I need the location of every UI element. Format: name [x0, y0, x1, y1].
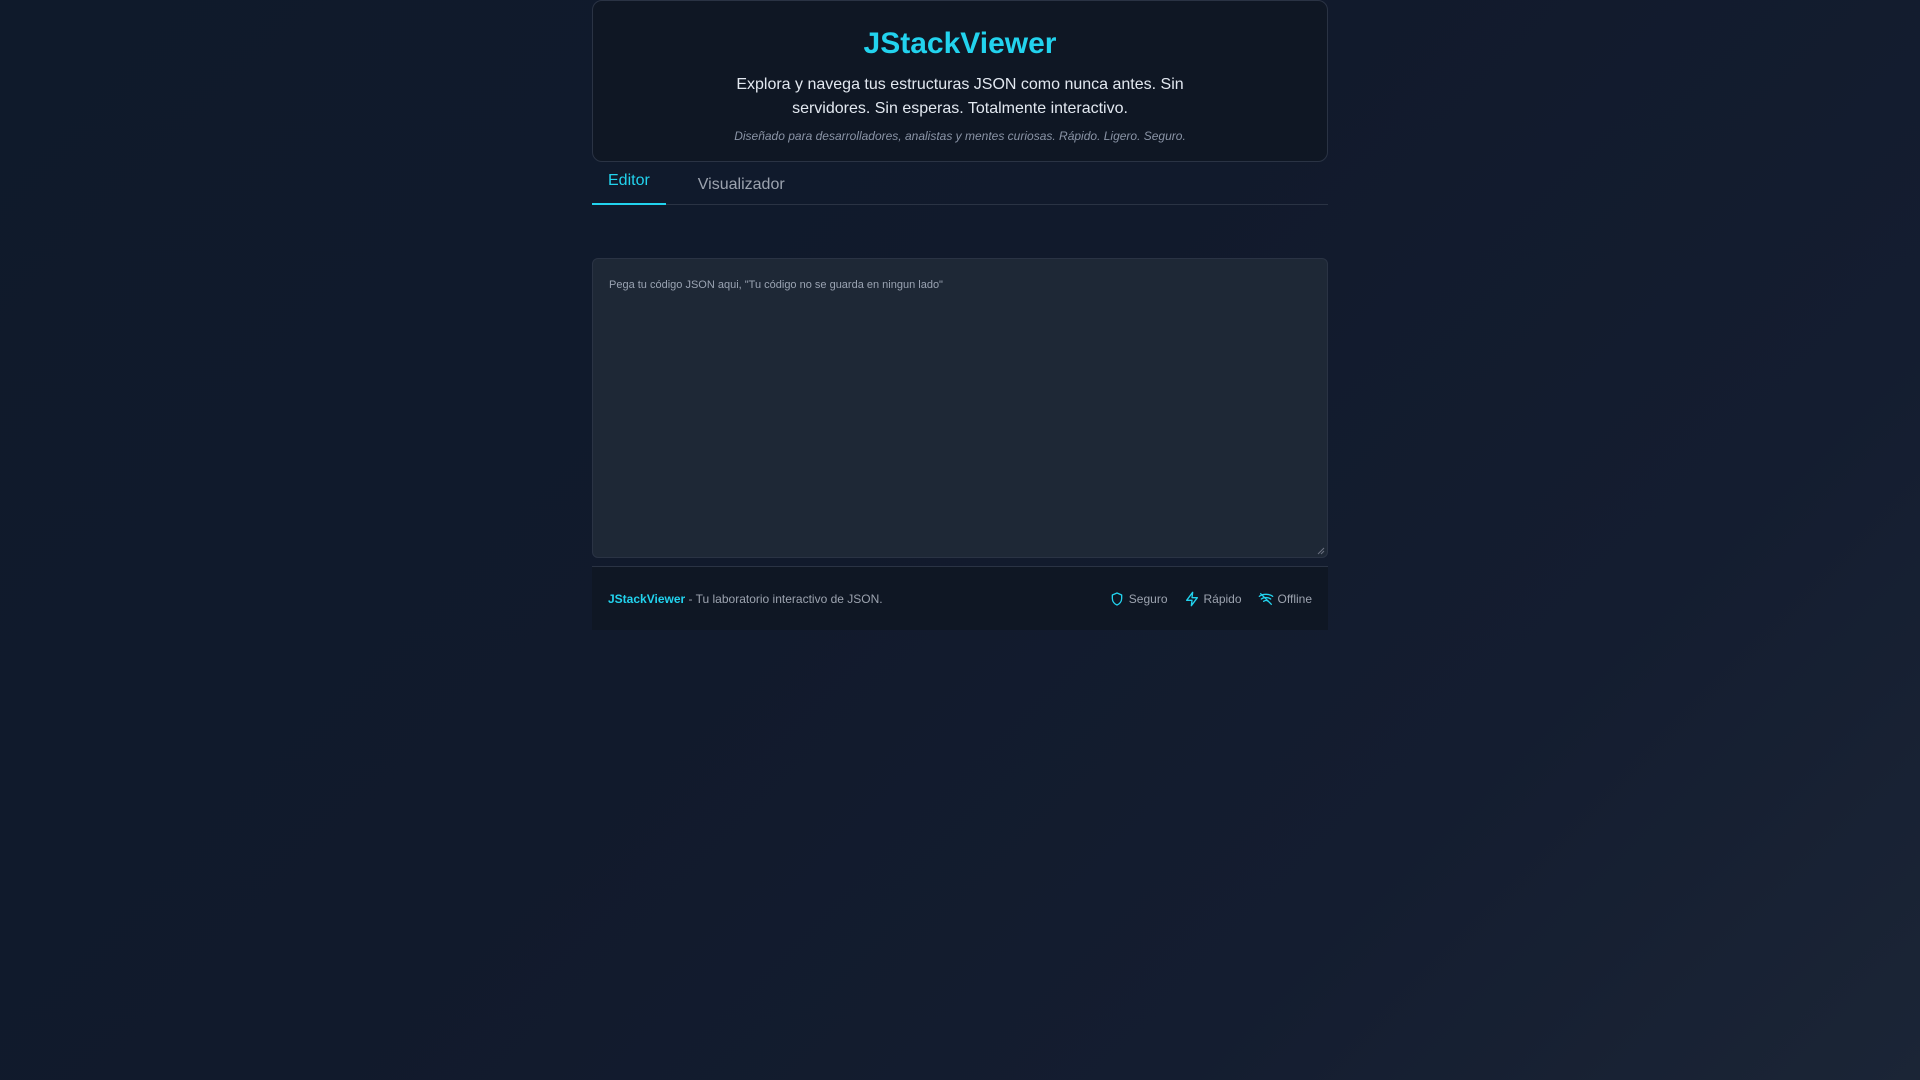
footer-tagline: - Tu laboratorio interactivo de JSON.	[685, 591, 883, 606]
wifi-off-icon	[1258, 592, 1273, 605]
badge-offline-label: Offline	[1277, 591, 1312, 606]
tab-bar: Editor Visualizador	[592, 162, 1328, 205]
app-container: JStackViewer Explora y navega tus estruc…	[592, 0, 1328, 630]
badge-rapido: Rápido	[1184, 591, 1242, 607]
header-panel: JStackViewer Explora y navega tus estruc…	[592, 0, 1328, 162]
json-input[interactable]	[593, 259, 1327, 557]
badge-rapido-label: Rápido	[1203, 591, 1242, 606]
resize-handle-icon[interactable]	[1317, 547, 1325, 555]
feature-badges: Seguro Rápido Offline	[1109, 591, 1312, 607]
app-tagline: Diseñado para desarrolladores, analistas…	[734, 129, 1186, 143]
tab-editor[interactable]: Editor	[592, 162, 666, 205]
app-subtitle: Explora y navega tus estructuras JSON co…	[736, 76, 1184, 117]
footer-brand: JStackViewer	[608, 591, 686, 606]
editor-panel	[592, 258, 1328, 558]
footer-description: JStackViewer - Tu laboratorio interactiv…	[608, 592, 883, 606]
badge-seguro: Seguro	[1109, 591, 1168, 607]
lightning-icon	[1185, 591, 1198, 606]
shield-icon	[1111, 591, 1123, 606]
tab-visualizador[interactable]: Visualizador	[682, 161, 801, 204]
badge-seguro-label: Seguro	[1128, 591, 1168, 606]
app-title: JStackViewer	[863, 27, 1057, 60]
footer: JStackViewer - Tu laboratorio interactiv…	[592, 566, 1328, 630]
badge-offline: Offline	[1258, 591, 1312, 607]
